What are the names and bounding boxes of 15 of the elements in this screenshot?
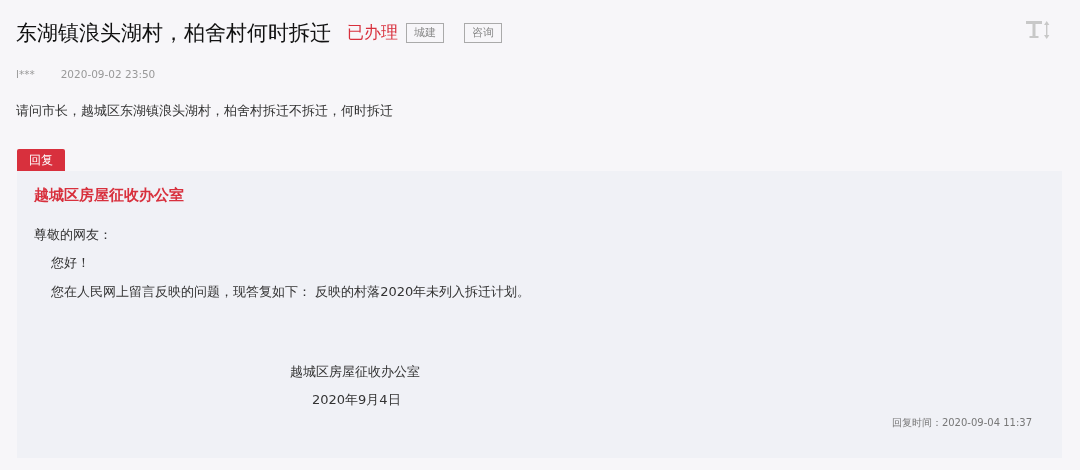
office-name: 越城区房屋征收办公室 bbox=[34, 185, 185, 207]
question-text: 请问市长，越城区东湖镇浪头湖村，柏舍村拆迁不拆迁，何时拆迁 bbox=[15, 101, 394, 120]
signature: 越城区房屋征收办公室 bbox=[290, 363, 421, 382]
status-label: 已办理 bbox=[347, 21, 398, 45]
font-size-icon[interactable] bbox=[1026, 20, 1051, 40]
page-title: 东湖镇浪头湖村，柏舍村何时拆迁 bbox=[16, 20, 331, 47]
reply-paragraph: 您在人民网上留言反映的问题，现答复如下： 反映的村落2020年未列入拆迁计划。 bbox=[50, 282, 532, 301]
salutation: 尊敬的网友： bbox=[34, 225, 113, 244]
reply-date: 2020年9月4日 bbox=[312, 390, 402, 409]
category-tag: 城建 bbox=[406, 22, 444, 44]
reply-time: 回复时间：2020-09-04 11:37 bbox=[891, 416, 1032, 431]
post-time: 2020-09-02 23:50 bbox=[60, 67, 156, 82]
reply-paragraph: 您好！ bbox=[50, 254, 91, 273]
author-name: l*** bbox=[16, 67, 35, 82]
category-tag: 咨询 bbox=[464, 22, 502, 44]
